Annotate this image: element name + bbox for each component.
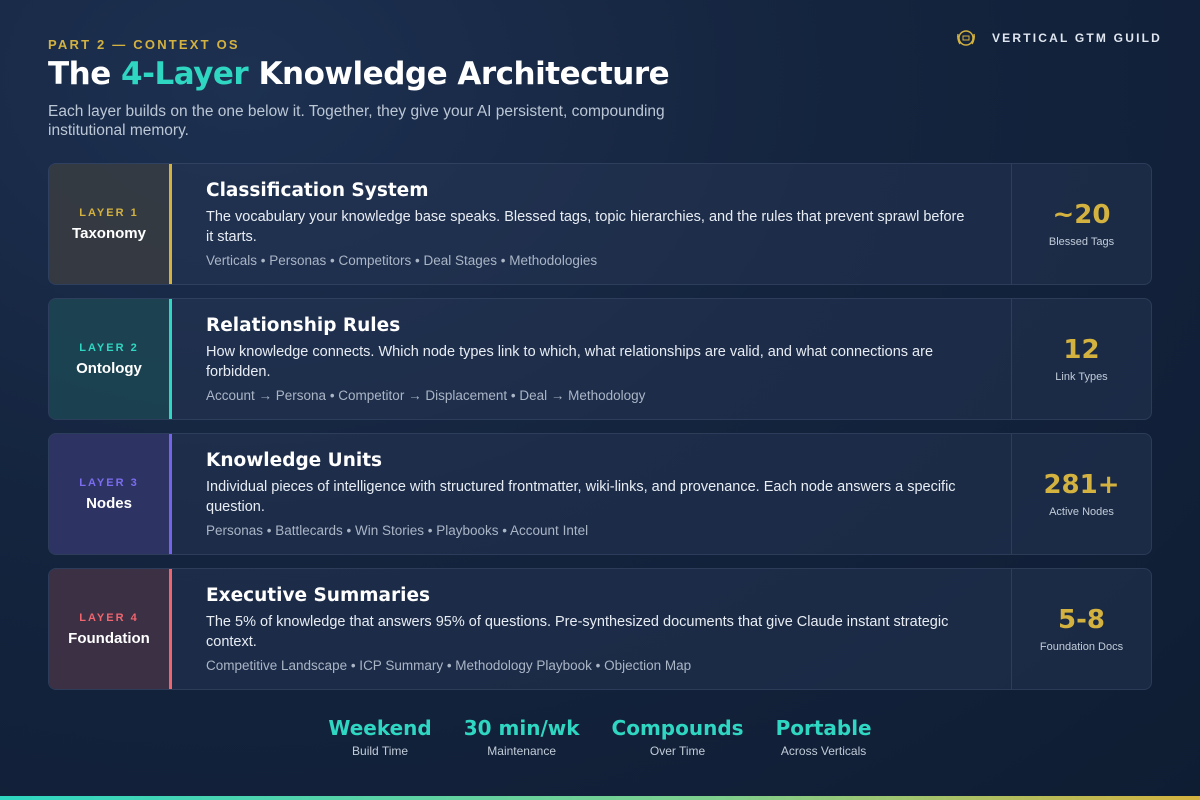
layer-number: LAYER 4 bbox=[79, 611, 139, 624]
stat-maintenance: 30 min/wk Maintenance bbox=[464, 716, 580, 758]
metric-label: Foundation Docs bbox=[1039, 641, 1124, 653]
layer-list: LAYER 1 Taxonomy Classification System T… bbox=[48, 163, 1152, 703]
brand-name: VERTICAL GTM GUILD bbox=[991, 31, 1162, 45]
layer-heading: Executive Summaries bbox=[206, 585, 431, 606]
layer-card-nodes: LAYER 3 Nodes Knowledge Units Individual… bbox=[48, 433, 1152, 555]
layer-heading: Classification System bbox=[206, 180, 429, 201]
layer-description: How knowledge connects. Which node types… bbox=[206, 344, 934, 380]
layer-card-taxonomy: LAYER 1 Taxonomy Classification System T… bbox=[48, 163, 1152, 285]
metric-label: Link Types bbox=[1055, 371, 1108, 383]
layer-metric: 281+ Active Nodes bbox=[1011, 434, 1151, 554]
brand: VERTICAL GTM GUILD bbox=[954, 26, 1162, 50]
metric-label: Blessed Tags bbox=[1048, 236, 1115, 248]
stat-value: 30 min/wk bbox=[463, 716, 580, 740]
layer-tag: LAYER 4 Foundation bbox=[49, 569, 169, 689]
summary-stats: Weekend Build Time 30 min/wk Maintenance… bbox=[0, 716, 1200, 758]
title-accent: 4-Layer bbox=[121, 56, 249, 92]
stat-value: Weekend bbox=[328, 716, 432, 740]
layer-tags: Personas • Battlecards • Win Stories • P… bbox=[206, 523, 589, 538]
layer-body: Executive Summaries The 5% of knowledge … bbox=[172, 569, 1011, 689]
layer-metric: 5-8 Foundation Docs bbox=[1011, 569, 1151, 689]
laurel-emblem-icon bbox=[957, 30, 975, 46]
layer-description: Individual pieces of intelligence with s… bbox=[206, 479, 956, 515]
layer-tags: Account → Persona • Competitor → Displac… bbox=[206, 388, 646, 403]
page-subtitle: Each layer builds on the one below it. T… bbox=[48, 103, 665, 139]
layer-card-ontology: LAYER 2 Ontology Relationship Rules How … bbox=[48, 298, 1152, 420]
layer-number: LAYER 3 bbox=[79, 476, 139, 489]
bottom-accent-bar bbox=[0, 796, 1200, 800]
layer-body: Classification System The vocabulary you… bbox=[172, 164, 1011, 284]
layer-heading: Knowledge Units bbox=[206, 450, 383, 471]
metric-value: 12 bbox=[1063, 335, 1100, 365]
layer-description: The 5% of knowledge that answers 95% of … bbox=[206, 614, 949, 650]
stat-value: Portable bbox=[775, 716, 872, 740]
stat-compounds: Compounds Over Time bbox=[612, 716, 744, 758]
layer-name: Ontology bbox=[76, 359, 142, 377]
layer-heading: Relationship Rules bbox=[206, 315, 401, 336]
stat-label: Maintenance bbox=[487, 744, 556, 758]
layer-body: Relationship Rules How knowledge connect… bbox=[172, 299, 1011, 419]
layer-card-foundation: LAYER 4 Foundation Executive Summaries T… bbox=[48, 568, 1152, 690]
layer-tag: LAYER 3 Nodes bbox=[49, 434, 169, 554]
stat-label: Over Time bbox=[649, 744, 706, 758]
metric-value: ~20 bbox=[1052, 200, 1111, 230]
stat-portable: Portable Across Verticals bbox=[776, 716, 872, 758]
layer-number: LAYER 2 bbox=[79, 341, 139, 354]
layer-tag: LAYER 1 Taxonomy bbox=[49, 164, 169, 284]
layer-body: Knowledge Units Individual pieces of int… bbox=[172, 434, 1011, 554]
layer-tags: Competitive Landscape • ICP Summary • Me… bbox=[206, 658, 692, 673]
metric-value: 281+ bbox=[1043, 470, 1120, 500]
layer-name: Taxonomy bbox=[72, 224, 146, 242]
stat-label: Build Time bbox=[352, 744, 409, 758]
metric-label: Active Nodes bbox=[1049, 506, 1114, 518]
layer-metric: ~20 Blessed Tags bbox=[1011, 164, 1151, 284]
layer-name: Nodes bbox=[86, 494, 132, 512]
metric-value: 5-8 bbox=[1058, 605, 1105, 635]
layer-metric: 12 Link Types bbox=[1011, 299, 1151, 419]
page-title: The 4-Layer Knowledge Architecture bbox=[48, 56, 670, 92]
stat-build-time: Weekend Build Time bbox=[328, 716, 431, 758]
layer-tag: LAYER 2 Ontology bbox=[49, 299, 169, 419]
stat-value: Compounds bbox=[611, 716, 744, 740]
layer-name: Foundation bbox=[68, 629, 150, 647]
eyebrow-label: PART 2 — CONTEXT OS bbox=[48, 37, 240, 52]
layer-number: LAYER 1 bbox=[79, 206, 139, 219]
layer-tags: Verticals • Personas • Competitors • Dea… bbox=[206, 253, 598, 268]
stat-label: Across Verticals bbox=[780, 744, 867, 758]
layer-description: The vocabulary your knowledge base speak… bbox=[206, 209, 965, 245]
